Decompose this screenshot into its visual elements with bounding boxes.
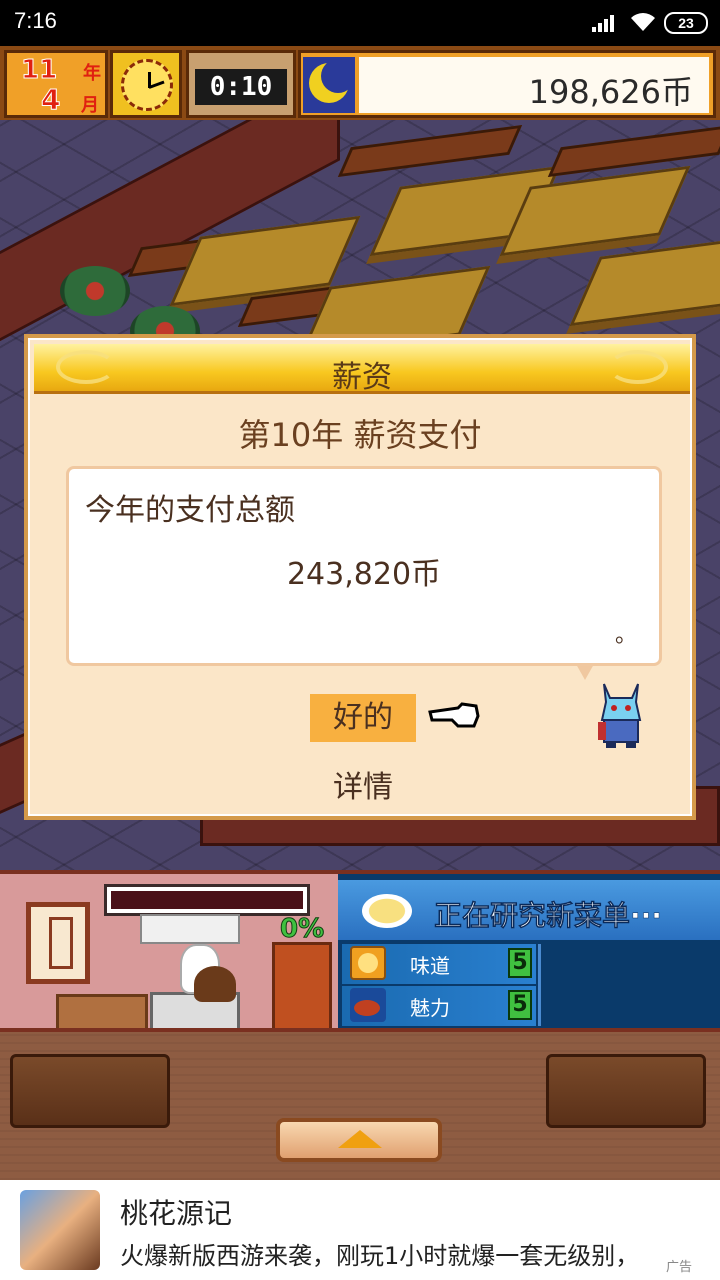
ad-avatar[interactable] (20, 1190, 100, 1270)
dish-icon (362, 894, 412, 928)
taste-icon (350, 946, 386, 980)
clock-icon[interactable] (110, 50, 182, 118)
stat-value: 5 (508, 948, 532, 978)
bottom-menu (0, 1032, 720, 1180)
research-progress-bar (104, 884, 310, 916)
mascot-character-icon (598, 683, 642, 748)
year-unit: 年 (83, 63, 101, 84)
ad-banner[interactable]: 桃花源记 火爆新版西游来袭，刚玩1小时就爆一套无级别， 广告 (0, 1180, 720, 1280)
stat-label: 魅力 (410, 996, 450, 1020)
charm-icon (350, 988, 386, 1022)
stat-row-charm: 魅力 5 (342, 986, 536, 1026)
kitchen-counter (56, 994, 148, 1028)
bubble-tail (576, 664, 594, 680)
stat-label: 味道 (410, 954, 450, 978)
expand-menu-button[interactable] (276, 1118, 442, 1162)
total-amount: 243,820币 (286, 557, 442, 592)
lattice-window (26, 902, 90, 984)
game-time: 0:10 (195, 69, 287, 105)
cooking-pot (194, 966, 236, 1002)
kitchen-shelf (272, 942, 332, 1028)
range-hood (140, 914, 240, 944)
stat-row-taste: 味道 5 (342, 944, 536, 984)
battery-indicator: 23 (664, 12, 708, 34)
research-panel[interactable]: 正在研究新菜单··· 味道 5 魅力 5 (338, 870, 720, 1032)
moon-icon (303, 57, 355, 113)
stat-value: 5 (508, 990, 532, 1020)
year-number: 11 (20, 55, 58, 86)
bubble-end-mark: 。 (614, 623, 637, 648)
salary-dialog: 薪资 第10年 薪资支付 今年的支付总额 243,820币 。 好的 详情 (24, 334, 696, 820)
ok-button[interactable]: 好的 (310, 694, 416, 742)
money-amount: 198,626币 (528, 73, 693, 111)
status-time: 7:16 (14, 8, 57, 33)
research-header: 正在研究新菜单··· (338, 880, 720, 940)
menu-right-button[interactable] (546, 1054, 706, 1128)
game-time-box: 0:10 (186, 50, 296, 118)
pointing-hand-icon (428, 702, 480, 728)
dialog-title: 薪资 (332, 360, 392, 395)
kitchen-panel[interactable]: 0% (0, 870, 338, 1032)
research-side-panel (538, 944, 714, 1026)
ad-description[interactable]: 火爆新版西游来袭，刚玩1小时就爆一套无级别， (120, 1236, 660, 1271)
money-display: 198,626币 (298, 50, 716, 118)
ad-tag: 广告 (666, 1260, 693, 1275)
plant-decoration (60, 266, 130, 316)
ad-title[interactable]: 桃花源记 (120, 1192, 232, 1232)
speech-bubble: 今年的支付总额 243,820币 。 (66, 466, 662, 666)
signal-icon (592, 14, 620, 32)
dialog-header: 薪资 (34, 344, 690, 395)
menu-left-button[interactable] (10, 1054, 170, 1128)
total-label: 今年的支付总额 (85, 493, 295, 528)
wifi-icon (631, 13, 655, 31)
status-bar: 7:16 23 (0, 0, 720, 46)
date-display: 11 年 4 月 (4, 50, 108, 118)
details-button[interactable]: 详情 (310, 764, 416, 812)
top-hud: 11 年 4 月 0:10 198,626币 (0, 46, 720, 120)
month-unit: 月 (81, 95, 99, 116)
month-number: 4 (40, 83, 61, 117)
research-title: 正在研究新菜单··· (434, 899, 662, 933)
progress-percent: 0% (279, 914, 325, 945)
dialog-subtitle: 第10年 薪资支付 (238, 416, 482, 454)
